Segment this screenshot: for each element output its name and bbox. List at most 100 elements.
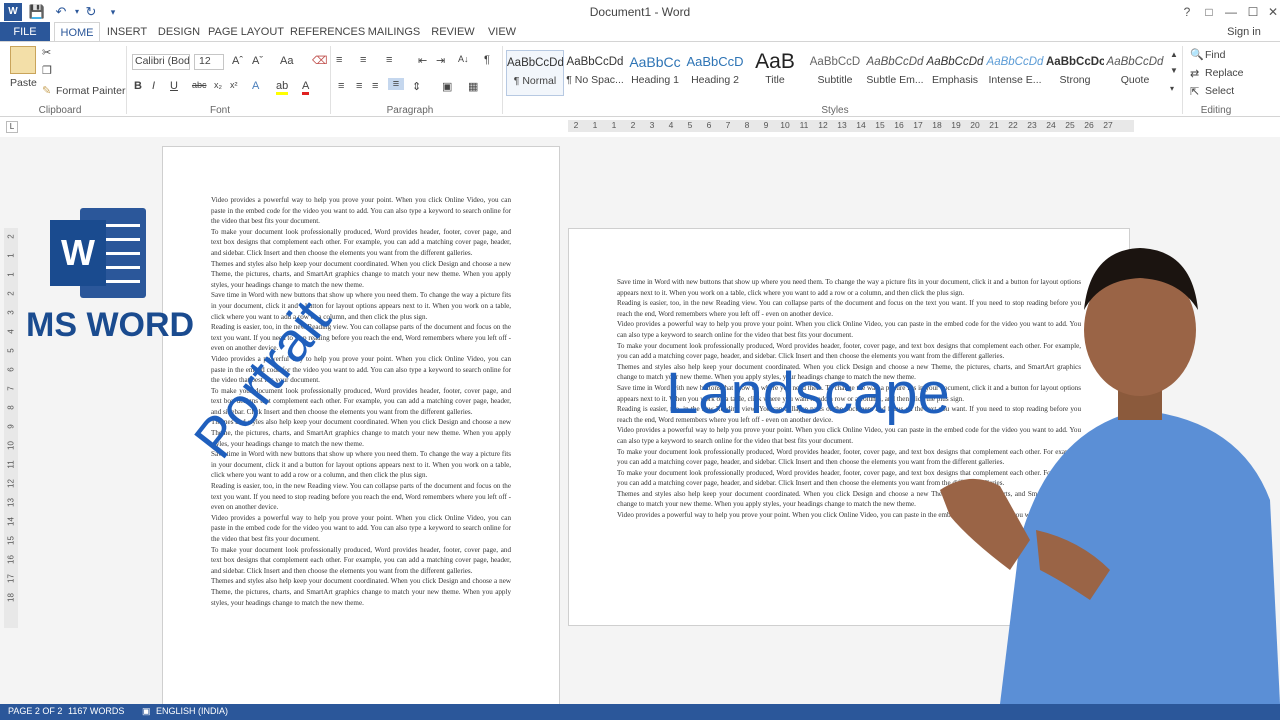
landscape-caption: Landscape — [666, 361, 950, 426]
multilevel-list-icon[interactable]: ≡ — [386, 54, 392, 66]
signin-link[interactable]: Sign in — [1222, 22, 1266, 42]
style-intense-emphasis[interactable]: AaBbCcDd Intense E... — [986, 50, 1044, 96]
replace-button[interactable]: Replace — [1205, 67, 1244, 79]
format-painter-button[interactable]: Format Painter — [56, 85, 125, 97]
select-icon[interactable]: ⇱ — [1190, 85, 1199, 98]
ruler-number: 13 — [837, 120, 847, 130]
strikethrough-icon[interactable]: abc — [192, 80, 207, 90]
ruler-number: 21 — [989, 120, 999, 130]
center-icon[interactable]: ≡ — [356, 80, 362, 92]
font-color-icon[interactable]: A — [302, 80, 310, 95]
style-heading-2[interactable]: AaBbCcD Heading 2 — [686, 50, 744, 96]
style-title[interactable]: AaB Title — [746, 50, 804, 96]
shrink-font-icon[interactable]: Aˇ — [252, 55, 263, 67]
bullets-icon[interactable]: ≡ — [336, 54, 342, 66]
line-spacing-icon[interactable]: ⇕ — [412, 80, 421, 93]
change-case-icon[interactable]: Aa — [280, 55, 293, 67]
tab-references[interactable]: REFERENCES — [290, 22, 365, 42]
language-indicator[interactable]: ENGLISH (INDIA) — [156, 706, 228, 716]
tab-page-layout[interactable]: PAGE LAYOUT — [208, 22, 284, 42]
select-button[interactable]: Select — [1205, 85, 1234, 97]
style-subtle-emphasis[interactable]: AaBbCcDd Subtle Em... — [866, 50, 924, 96]
align-right-icon[interactable]: ≡ — [372, 80, 378, 92]
ruler-number: 6 — [6, 367, 16, 372]
style-normal[interactable]: AaBbCcDd ¶ Normal — [506, 50, 564, 96]
styles-scroll-down-icon[interactable]: ▼ — [1170, 66, 1178, 75]
superscript-icon[interactable]: x² — [230, 80, 238, 90]
logo-letter: W — [50, 220, 106, 286]
styles-scroll-up-icon[interactable]: ▲ — [1170, 50, 1178, 59]
ruler-number: 15 — [6, 536, 16, 545]
cut-icon[interactable]: ✂ — [42, 46, 51, 59]
styles-more-icon[interactable]: ▾ — [1170, 84, 1174, 93]
increase-indent-icon[interactable]: ⇥ — [436, 54, 445, 67]
bold-icon[interactable]: B — [134, 80, 142, 92]
find-icon[interactable]: 🔍 — [1190, 48, 1204, 61]
align-left-icon[interactable]: ≡ — [338, 80, 344, 92]
shading-icon[interactable]: ▣ — [442, 80, 452, 93]
ruler-number: 8 — [6, 405, 16, 410]
show-marks-icon[interactable]: ¶ — [484, 54, 490, 66]
document-paragraph: Themes and styles also help keep your do… — [211, 259, 511, 289]
text-effects-icon[interactable]: A — [252, 80, 259, 92]
document-paragraph: Save time in Word with new buttons that … — [211, 291, 511, 321]
subscript-icon[interactable]: x₂ — [214, 80, 222, 90]
highlight-icon[interactable]: ab — [276, 80, 289, 95]
tab-insert[interactable]: INSERT — [104, 22, 150, 42]
tab-mailings[interactable]: MAILINGS — [364, 22, 424, 42]
borders-icon[interactable]: ▦ — [468, 80, 478, 93]
style-preview: AaBbCcD — [809, 56, 861, 68]
underline-icon[interactable]: U — [170, 80, 178, 92]
page-count[interactable]: PAGE 2 OF 2 — [8, 706, 62, 716]
style-no-spacing[interactable]: AaBbCcDd ¶ No Spac... — [566, 50, 624, 96]
style-subtitle[interactable]: AaBbCcD Subtitle — [806, 50, 864, 96]
decrease-indent-icon[interactable]: ⇤ — [418, 54, 427, 67]
ruler-number: 2 — [6, 234, 16, 239]
sort-icon[interactable]: A↓ — [458, 54, 469, 64]
grow-font-icon[interactable]: Aˆ — [232, 55, 243, 67]
ruler-number: 23 — [1027, 120, 1037, 130]
ruler-number: 7 — [725, 120, 731, 130]
tab-home[interactable]: HOME — [54, 22, 100, 42]
style-strong[interactable]: AaBbCcDc Strong — [1046, 50, 1104, 96]
tab-review[interactable]: REVIEW — [430, 22, 476, 42]
help-icon[interactable]: ? — [1176, 2, 1198, 22]
word-count[interactable]: 1167 WORDS — [68, 706, 124, 716]
numbering-icon[interactable]: ≡ — [360, 54, 366, 66]
style-emphasis[interactable]: AaBbCcDd Emphasis — [926, 50, 984, 96]
ruler-number: 12 — [6, 479, 16, 488]
style-preview: AaBbCcDd — [1106, 56, 1164, 68]
style-name: Emphasis — [931, 74, 979, 86]
copy-icon[interactable]: ❐ — [42, 64, 52, 77]
vertical-ruler[interactable]: 2 1 1 2 3 4 5 6 7 8 9 10 11 12 13 14 15 16 17 18 — [4, 228, 18, 628]
font-size-select[interactable]: 12 — [194, 54, 224, 70]
tab-selector-icon[interactable]: L — [6, 121, 18, 133]
ribbon-display-icon[interactable]: □ — [1198, 2, 1220, 22]
ruler-number: 18 — [932, 120, 942, 130]
ruler-number: 10 — [6, 441, 16, 450]
paste-icon[interactable] — [10, 46, 36, 74]
tab-file[interactable]: FILE — [0, 22, 50, 42]
group-divider — [502, 46, 503, 114]
clear-format-icon[interactable]: ⌫ — [312, 54, 328, 67]
ruler-number: 20 — [970, 120, 980, 130]
style-preview: AaBbCcDd — [926, 56, 984, 68]
tab-design[interactable]: DESIGN — [154, 22, 204, 42]
tab-view[interactable]: VIEW — [482, 22, 522, 42]
maximize-button[interactable]: ☐ — [1242, 2, 1264, 22]
ruler-number: 14 — [856, 120, 866, 130]
ruler-number: 8 — [744, 120, 750, 130]
replace-icon[interactable]: ⇄ — [1190, 67, 1199, 80]
style-quote[interactable]: AaBbCcDd Quote — [1106, 50, 1164, 96]
minimize-button[interactable]: — — [1220, 2, 1242, 22]
format-painter-icon[interactable]: ✎ — [42, 84, 51, 97]
italic-icon[interactable]: I — [152, 80, 155, 92]
horizontal-ruler[interactable]: 2 1 1 2 3 4 5 6 7 8 9 10 11 12 13 14 15 16 17 18 19 20 21 22 23 2… — [568, 120, 1134, 132]
style-heading-1[interactable]: AaBbCc Heading 1 — [626, 50, 684, 96]
paste-button[interactable]: Paste — [10, 77, 37, 89]
find-button[interactable]: Find — [1205, 49, 1225, 61]
close-button[interactable]: ✕ — [1262, 2, 1280, 22]
justify-icon[interactable]: ≡ — [388, 78, 404, 90]
font-name-select[interactable]: Calibri (Body) — [132, 54, 190, 70]
proofing-icon[interactable]: ▣ — [142, 706, 151, 717]
